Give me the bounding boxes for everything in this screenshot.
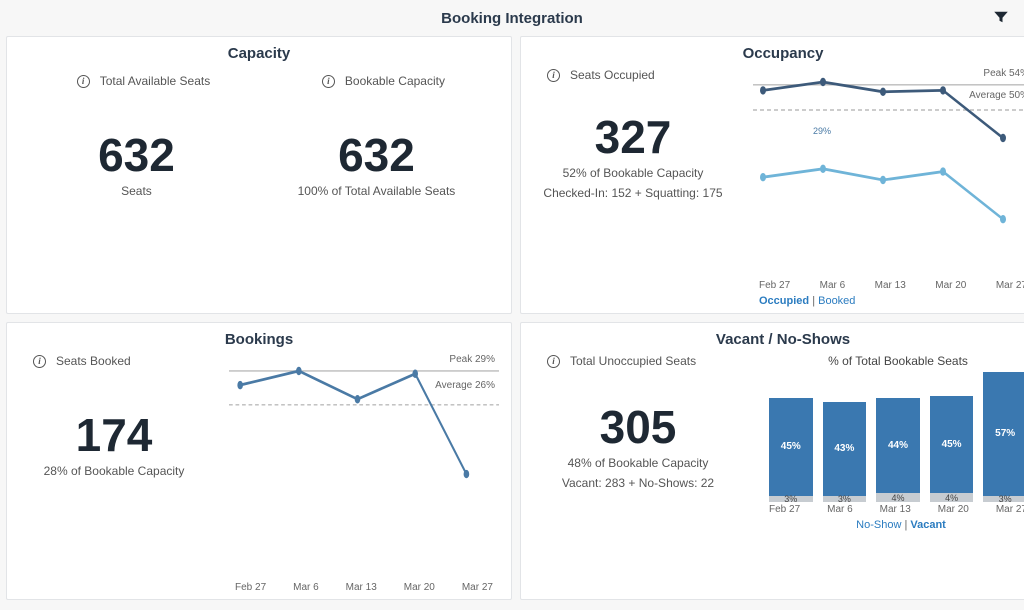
occupancy-value: 327 xyxy=(533,110,733,164)
vacant-sub1: 48% of Bookable Capacity xyxy=(533,456,743,470)
filter-icon[interactable] xyxy=(992,8,1010,26)
bookings-x-labels: Feb 27Mar 6Mar 13Mar 20Mar 27 xyxy=(229,582,499,593)
legend-booked[interactable]: Booked xyxy=(818,295,855,307)
bookings-chart: Peak 29% Average 26% xyxy=(229,354,499,580)
capacity-card: Capacity i Total Available Seats 632 Sea… xyxy=(6,36,512,314)
page-header: Booking Integration xyxy=(0,0,1024,36)
legend-occupied[interactable]: Occupied xyxy=(759,295,809,307)
occupancy-sub1: 52% of Bookable Capacity xyxy=(533,166,733,180)
bar-column: 45%4% xyxy=(930,372,974,502)
vacant-chart-title: % of Total Bookable Seats xyxy=(763,354,1024,368)
occupancy-legend: Occupied | Booked xyxy=(753,295,1024,307)
page-title: Booking Integration xyxy=(441,10,583,27)
bar-noshow: 3% xyxy=(983,496,1024,503)
vacant-card: Vacant / No-Shows i Total Unoccupied Sea… xyxy=(520,322,1024,600)
bar-noshow: 3% xyxy=(823,496,867,503)
vacant-metric-label: Total Unoccupied Seats xyxy=(570,354,696,368)
info-icon[interactable]: i xyxy=(547,69,560,82)
bar-noshow: 3% xyxy=(769,496,813,503)
bookable-value: 632 xyxy=(338,128,415,182)
bookable-label: Bookable Capacity xyxy=(345,74,445,88)
occupancy-title: Occupancy xyxy=(533,45,1024,62)
bar-vacant: 43% xyxy=(823,402,867,495)
bar-noshow: 4% xyxy=(930,493,974,502)
vacant-legend: No-Show | Vacant xyxy=(763,519,1024,531)
bookings-metric-label: Seats Booked xyxy=(56,354,131,368)
occupancy-x-labels: Feb 27Mar 6Mar 13Mar 20Mar 27 xyxy=(753,280,1024,291)
bookable-capacity-metric: i Bookable Capacity 632 100% of Total Av… xyxy=(298,74,456,198)
bar-column: 45%3% xyxy=(769,372,813,502)
vacant-x-labels: Feb 27Mar 6Mar 13Mar 20Mar 27 xyxy=(763,504,1024,515)
occupancy-callout: 29% xyxy=(813,126,831,136)
occupancy-chart: Peak 54% Average 50% 29% xyxy=(753,68,1024,278)
info-icon[interactable]: i xyxy=(77,75,90,88)
bar-column: 43%3% xyxy=(823,372,867,502)
bar-column: 44%4% xyxy=(876,372,920,502)
total-seats-metric: i Total Available Seats 632 Seats xyxy=(63,74,211,198)
bar-noshow: 4% xyxy=(876,493,920,502)
bar-vacant: 45% xyxy=(930,396,974,494)
vacant-sub2: Vacant: 283 + No-Shows: 22 xyxy=(533,476,743,490)
bookings-sub1: 28% of Bookable Capacity xyxy=(19,464,209,478)
vacant-bar-chart: 45%3%43%3%44%4%45%4%57%3% xyxy=(763,372,1024,502)
bookings-peak-label: Peak 29% xyxy=(449,354,495,365)
legend-noshow[interactable]: No-Show xyxy=(856,519,901,531)
occupancy-avg-label: Average 50% xyxy=(969,90,1024,101)
total-seats-value: 632 xyxy=(98,128,175,182)
bar-vacant: 57% xyxy=(983,372,1024,496)
bookings-title: Bookings xyxy=(19,331,499,348)
total-seats-label: Total Available Seats xyxy=(100,74,211,88)
total-seats-sub: Seats xyxy=(121,184,152,198)
bookings-value: 174 xyxy=(19,408,209,462)
occupancy-metric-label: Seats Occupied xyxy=(570,68,655,82)
bar-column: 57%3% xyxy=(983,372,1024,502)
vacant-title: Vacant / No-Shows xyxy=(533,331,1024,348)
info-icon[interactable]: i xyxy=(322,75,335,88)
occupancy-peak-label: Peak 54% xyxy=(983,68,1024,79)
info-icon[interactable]: i xyxy=(33,355,46,368)
occupancy-card: Occupancy i Seats Occupied 327 52% of Bo… xyxy=(520,36,1024,314)
info-icon[interactable]: i xyxy=(547,355,560,368)
capacity-title: Capacity xyxy=(19,45,499,62)
bookable-sub: 100% of Total Available Seats xyxy=(298,184,456,198)
bookings-avg-label: Average 26% xyxy=(435,380,495,391)
bar-vacant: 45% xyxy=(769,398,813,496)
bar-vacant: 44% xyxy=(876,398,920,493)
occupancy-sub2: Checked-In: 152 + Squatting: 175 xyxy=(533,186,733,200)
dashboard-grid: Capacity i Total Available Seats 632 Sea… xyxy=(0,36,1024,606)
legend-vacant[interactable]: Vacant xyxy=(910,519,945,531)
vacant-value: 305 xyxy=(533,400,743,454)
bookings-card: Bookings i Seats Booked 174 28% of Booka… xyxy=(6,322,512,600)
